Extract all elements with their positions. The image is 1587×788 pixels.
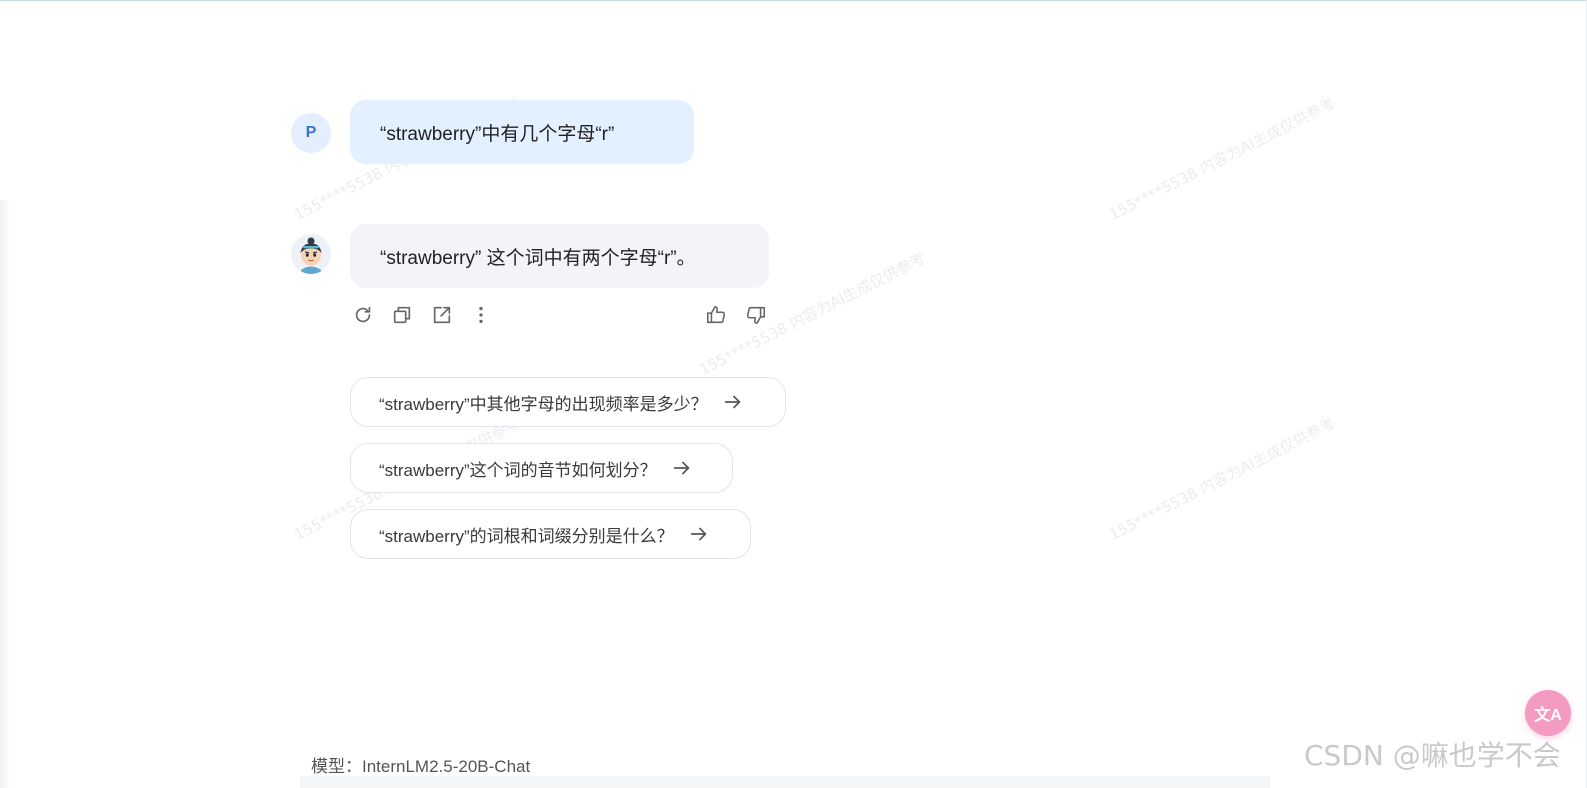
suggestion-chip[interactable]: “strawberry”中其他字母的出现频率是多少？ <box>350 377 786 427</box>
sidebar-edge-shadow <box>0 200 10 788</box>
page-watermark: 155****5538 内容为AI生成仅供参考 <box>1106 413 1339 544</box>
translate-icon: 文A <box>1534 707 1562 724</box>
more-icon[interactable] <box>468 302 494 328</box>
csdn-watermark: CSDN @嘛也学不会 <box>1304 739 1561 772</box>
suggestion-chip[interactable]: “strawberry”这个词的音节如何划分？ <box>350 443 733 493</box>
suggestion-text: “strawberry”这个词的音节如何划分？ <box>379 460 657 480</box>
regenerate-icon[interactable] <box>350 302 376 328</box>
arrow-right-icon <box>671 457 693 479</box>
assistant-message-text: “strawberry” 这个词中有两个字母“r”。 <box>380 247 696 269</box>
top-border <box>0 0 1587 1</box>
arrow-right-icon <box>688 523 710 545</box>
user-message-text: “strawberry”中有几个字母“r” <box>380 123 615 145</box>
user-avatar: P <box>291 113 331 153</box>
suggestion-text: “strawberry”的词根和词缀分别是什么？ <box>379 526 674 546</box>
bot-character-avatar-icon <box>291 234 331 274</box>
suggestion-chip[interactable]: “strawberry”的词根和词缀分别是什么？ <box>350 509 751 559</box>
thumbs-down-icon[interactable] <box>743 302 769 328</box>
copy-icon[interactable] <box>389 302 415 328</box>
arrow-right-icon <box>722 391 744 413</box>
thumbs-up-icon[interactable] <box>703 302 729 328</box>
message-actions <box>350 302 770 330</box>
assistant-message-bubble: “strawberry” 这个词中有两个字母“r”。 <box>350 224 769 288</box>
suggestion-text: “strawberry”中其他字母的出现频率是多少？ <box>379 394 708 414</box>
model-label: 模型：InternLM2.5-20B-Chat <box>311 757 531 776</box>
share-icon[interactable] <box>429 302 455 328</box>
translate-button[interactable]: 文A <box>1525 690 1571 736</box>
input-area-edge <box>300 776 1270 788</box>
page-watermark: 155****5538 内容为AI生成仅供参考 <box>1106 93 1339 224</box>
user-message-bubble: “strawberry”中有几个字母“r” <box>350 100 694 164</box>
